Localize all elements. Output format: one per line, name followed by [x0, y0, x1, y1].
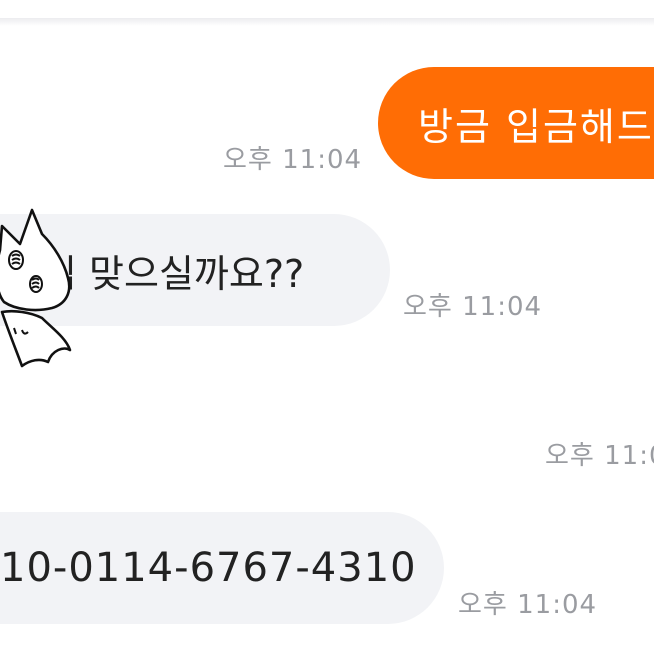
message-timestamp: 오후 11:04	[223, 145, 363, 175]
message-timestamp: 오후 11:04	[458, 590, 598, 620]
message-timestamp: 오후 11:04	[403, 292, 543, 322]
outgoing-message-text: 방금 입금해드	[418, 104, 654, 149]
cat-sticker-icon	[0, 208, 72, 368]
outgoing-message-bubble[interactable]: 방금 입금해드	[378, 67, 654, 179]
message-timestamp: 오후 11:0	[545, 441, 654, 471]
incoming-message-bubble[interactable]: 10-0114-6767-4310	[0, 512, 444, 624]
top-divider	[0, 18, 654, 26]
chat-screen: 방금 입금해드 오후 11:04 님 맞으실까요?? 오후 11:04 오후 1…	[0, 0, 654, 654]
incoming-message-text: 10-0114-6767-4310	[0, 545, 417, 591]
